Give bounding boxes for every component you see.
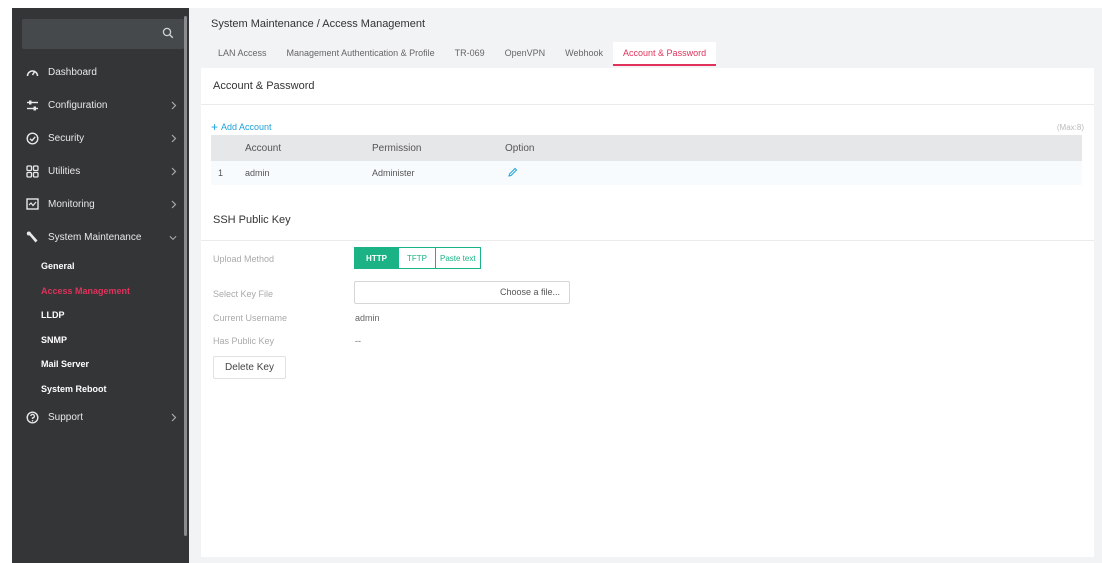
row-account: admin: [245, 168, 270, 178]
wrench-icon: [25, 231, 39, 245]
has-public-key-label: Has Public Key: [213, 336, 275, 346]
sidebar-search-input[interactable]: [22, 19, 184, 49]
shield-icon: [25, 132, 39, 146]
sidebar-nav: Dashboard Configuration Security Utiliti…: [12, 56, 189, 434]
column-header-account: Account: [245, 142, 282, 154]
sidebar-item-label: Security: [48, 133, 85, 144]
main-content: System Maintenance / Access Management L…: [189, 8, 1102, 563]
content-panel: Account & Password + Add Account (Max:8)…: [201, 68, 1094, 557]
row-option: [505, 167, 605, 180]
submenu-item-system-reboot[interactable]: System Reboot: [41, 377, 189, 402]
sidebar: Dashboard Configuration Security Utiliti…: [12, 8, 189, 563]
chevron-right-icon: [171, 134, 177, 143]
plus-icon: +: [211, 120, 219, 134]
add-account-label: Add Account: [221, 122, 272, 132]
sidebar-scrollbar[interactable]: [184, 16, 187, 536]
sidebar-item-monitoring[interactable]: Monitoring: [12, 188, 189, 221]
add-account-button[interactable]: + Add Account: [211, 120, 272, 134]
tab-webhook[interactable]: Webhook: [555, 42, 613, 66]
grid-icon: [25, 165, 39, 179]
chevron-down-icon: [169, 235, 177, 241]
sidebar-item-label: Utilities: [48, 166, 81, 177]
method-http-button[interactable]: HTTP: [355, 248, 399, 268]
column-header-option: Option: [505, 142, 535, 154]
sidebar-item-label: Support: [48, 412, 84, 423]
account-table: Account Permission Option 1 admin Admini…: [211, 135, 1082, 185]
current-username-value: admin: [355, 313, 380, 323]
upload-method-label: Upload Method: [213, 254, 275, 264]
tab-openvpn[interactable]: OpenVPN: [495, 42, 556, 66]
table-header: Account Permission Option: [211, 135, 1082, 161]
chevron-right-icon: [171, 101, 177, 110]
sidebar-item-label: System Maintenance: [48, 232, 142, 243]
has-public-key-value: --: [355, 336, 361, 346]
tab-tr069[interactable]: TR-069: [445, 42, 495, 66]
sidebar-item-configuration[interactable]: Configuration: [12, 89, 189, 122]
row-permission: Administer: [372, 168, 415, 178]
upload-method-selector: HTTP TFTP Paste text: [354, 247, 481, 269]
monitor-icon: [25, 198, 39, 212]
sidebar-item-label: Dashboard: [48, 67, 97, 78]
sidebar-item-utilities[interactable]: Utilities: [12, 155, 189, 188]
tab-lan-access[interactable]: LAN Access: [208, 42, 277, 66]
choose-file-button[interactable]: Choose a file...: [500, 287, 560, 297]
row-index: 1: [218, 168, 224, 178]
chevron-right-icon: [171, 167, 177, 176]
select-key-file-label: Select Key File: [213, 289, 274, 299]
tab-bar: LAN Access Management Authentication & P…: [208, 42, 717, 66]
method-tftp-button[interactable]: TFTP: [399, 248, 436, 268]
help-icon: [25, 411, 39, 425]
breadcrumb: System Maintenance / Access Management: [211, 18, 425, 30]
key-file-input[interactable]: Choose a file...: [354, 281, 570, 304]
sidebar-item-dashboard[interactable]: Dashboard: [12, 56, 189, 89]
divider: [201, 240, 1094, 241]
table-row: 1 admin Administer: [211, 161, 1082, 185]
delete-key-button[interactable]: Delete Key: [213, 356, 286, 379]
current-username-label: Current Username: [213, 313, 288, 323]
tab-management-authentication[interactable]: Management Authentication & Profile: [277, 42, 445, 66]
dashboard-icon: [25, 66, 39, 80]
submenu-item-mail-server[interactable]: Mail Server: [41, 352, 189, 377]
search-icon[interactable]: [162, 27, 174, 39]
column-header-permission: Permission: [372, 142, 422, 154]
submenu-item-general[interactable]: General: [41, 254, 189, 279]
edit-icon[interactable]: [507, 167, 518, 178]
tab-account-password[interactable]: Account & Password: [613, 42, 717, 66]
account-section-title: Account & Password: [213, 80, 315, 92]
method-paste-text-button[interactable]: Paste text: [436, 248, 480, 268]
sidebar-item-support[interactable]: Support: [12, 401, 189, 434]
sidebar-item-label: Monitoring: [48, 199, 95, 210]
divider: [201, 104, 1094, 105]
submenu-item-lldp[interactable]: LLDP: [41, 303, 189, 328]
max-accounts-label: (Max:8): [1056, 123, 1084, 132]
chevron-right-icon: [171, 200, 177, 209]
sidebar-item-label: Configuration: [48, 100, 108, 111]
system-maintenance-submenu: General Access Management LLDP SNMP Mail…: [12, 254, 189, 401]
ssh-section-title: SSH Public Key: [213, 214, 291, 226]
chevron-right-icon: [171, 413, 177, 422]
submenu-item-snmp[interactable]: SNMP: [41, 328, 189, 353]
submenu-item-access-management[interactable]: Access Management: [41, 279, 189, 304]
sliders-icon: [25, 99, 39, 113]
sidebar-item-security[interactable]: Security: [12, 122, 189, 155]
sidebar-item-system-maintenance[interactable]: System Maintenance: [12, 221, 189, 254]
